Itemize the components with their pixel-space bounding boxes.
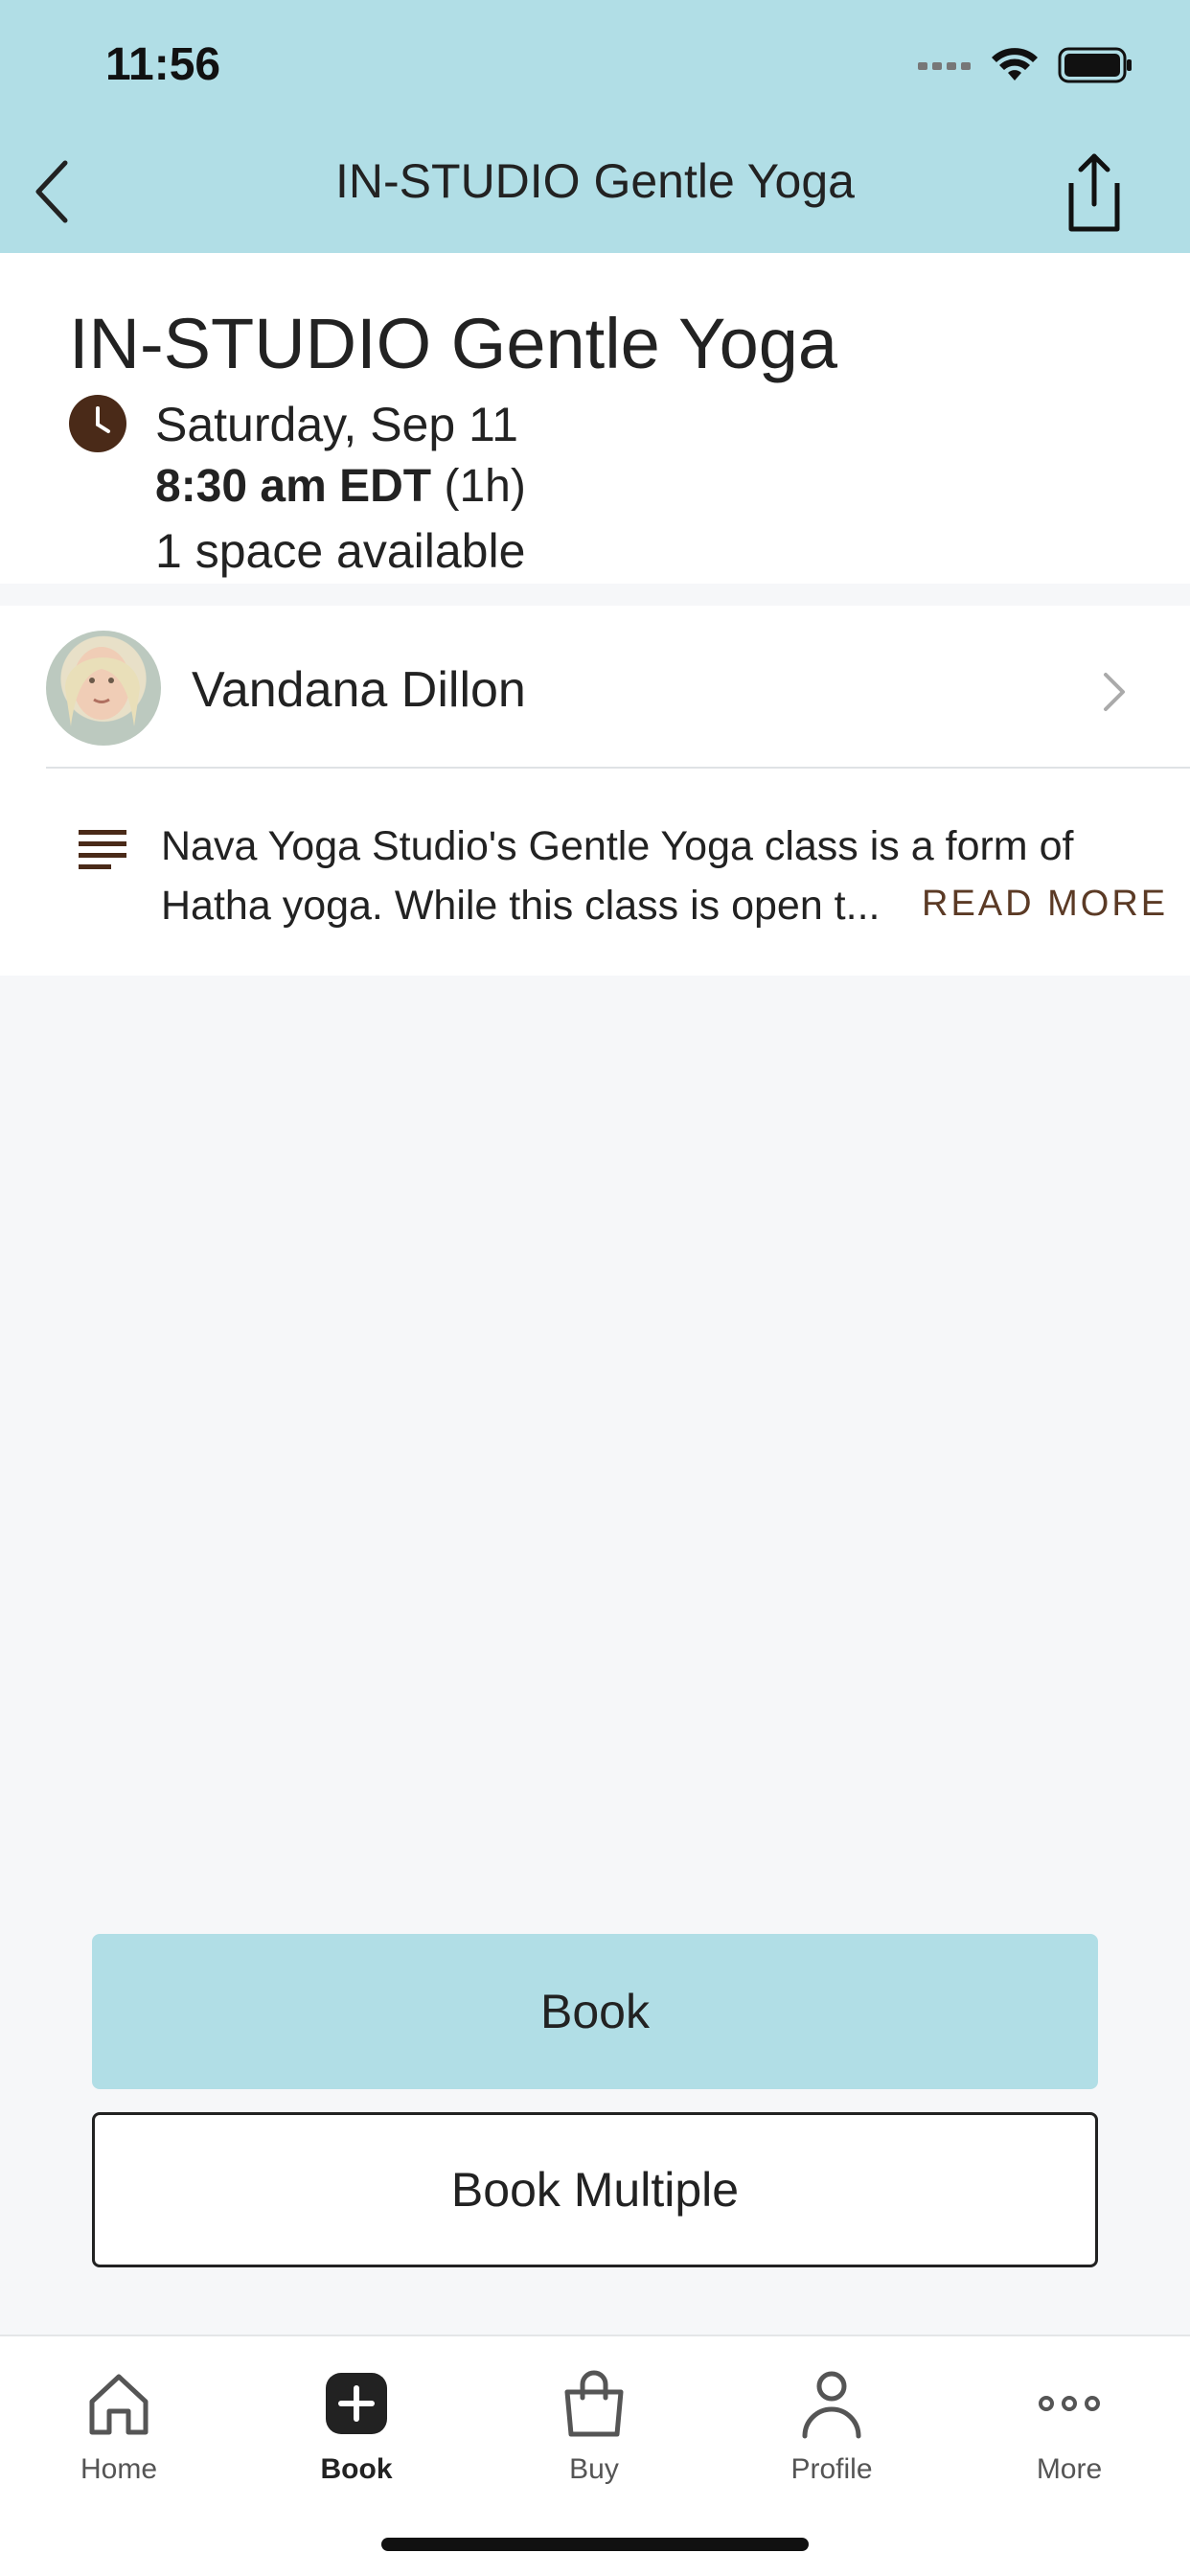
clock-icon (69, 395, 126, 452)
app-header: 11:56 IN-STUDIO Gentle Yoga (0, 0, 1190, 253)
tab-label: Book (320, 2453, 393, 2485)
details-card: Vandana Dillon Nava Yoga Studio's Gentle… (0, 606, 1190, 976)
home-indicator[interactable] (381, 2538, 809, 2551)
chevron-right-icon (1104, 673, 1125, 711)
class-description: Nava Yoga Studio's Gentle Yoga class is … (161, 816, 1074, 935)
wifi-icon (992, 48, 1038, 80)
description-line-2: Hatha yoga. While this class is open t..… (161, 883, 881, 929)
tab-label: Home (80, 2453, 158, 2485)
bag-icon (564, 2370, 624, 2437)
avatar (46, 631, 161, 746)
tab-buy[interactable]: Buy (475, 2336, 713, 2518)
instructor-name: Vandana Dillon (192, 662, 526, 718)
class-time: 8:30 am EDT (155, 461, 432, 512)
class-duration: (1h) (444, 461, 526, 512)
book-button[interactable]: Book (92, 1934, 1098, 2089)
signal-icon (918, 62, 971, 70)
tab-profile[interactable]: Profile (713, 2336, 950, 2518)
avatar-image (65, 647, 140, 726)
tab-label: More (1036, 2453, 1103, 2485)
tab-label: Profile (790, 2453, 873, 2485)
class-date: Saturday, Sep 11 (155, 398, 518, 451)
share-icon (1068, 153, 1120, 232)
battery-icon (1058, 47, 1132, 83)
description-line-1: Nava Yoga Studio's Gentle Yoga class is … (161, 823, 1074, 869)
class-info-card: IN-STUDIO Gentle Yoga Saturday, Sep 11 8… (0, 253, 1190, 584)
description-lines-icon (79, 830, 126, 869)
share-button[interactable] (1056, 149, 1133, 235)
tab-label: Buy (569, 2453, 619, 2485)
status-time: 11:56 (105, 39, 221, 90)
ellipsis-icon (1039, 2396, 1100, 2411)
class-title: IN-STUDIO Gentle Yoga (69, 304, 838, 383)
tab-home[interactable]: Home (0, 2336, 238, 2518)
divider (46, 767, 1190, 769)
read-more-link[interactable]: READ MORE (922, 884, 1168, 925)
plus-square-icon (326, 2373, 387, 2434)
person-icon (802, 2371, 861, 2439)
tab-more[interactable]: More (950, 2336, 1188, 2518)
spaces-available: 1 space available (155, 524, 526, 578)
book-multiple-button[interactable]: Book Multiple (92, 2112, 1098, 2267)
class-time-line: 8:30 am EDT (1h) (155, 460, 526, 513)
home-icon (89, 2374, 149, 2435)
instructor-row[interactable]: Vandana Dillon (0, 606, 1190, 767)
nav-title: IN-STUDIO Gentle Yoga (335, 154, 855, 208)
status-icons (918, 46, 1133, 84)
tab-book[interactable]: Book (238, 2336, 475, 2518)
